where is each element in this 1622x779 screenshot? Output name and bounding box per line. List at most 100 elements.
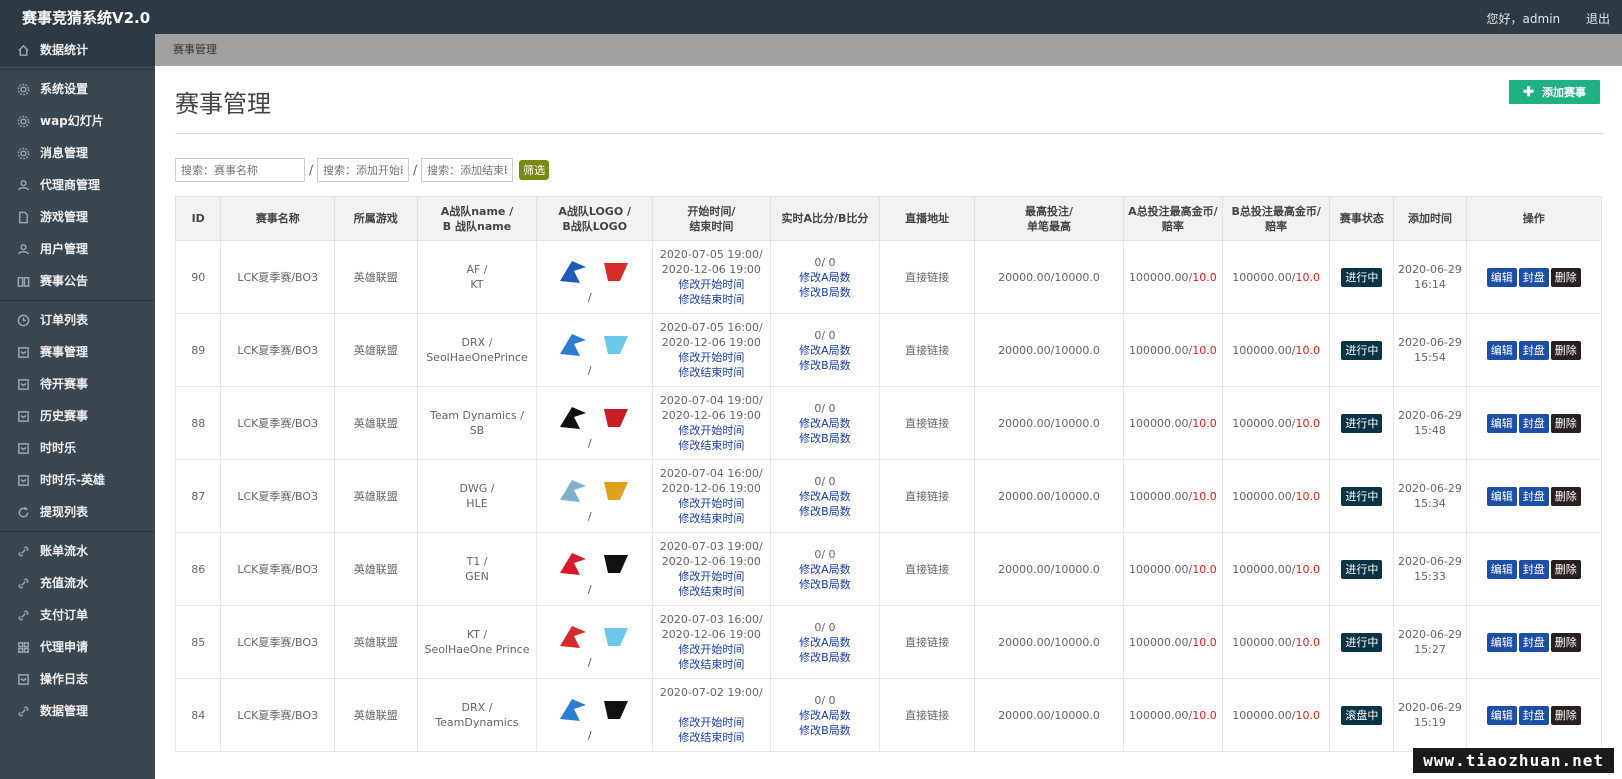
seal-button[interactable]: 封盘: [1518, 413, 1549, 433]
edit-button[interactable]: 编辑: [1486, 267, 1517, 287]
delete-button[interactable]: 删除: [1550, 340, 1581, 360]
edit-start-time-link[interactable]: 修改开始时间: [653, 496, 770, 511]
stream-link[interactable]: 直接链接: [905, 271, 949, 284]
cell-match-name: LCK夏季赛/BO3: [220, 605, 335, 679]
stream-link[interactable]: 直接链接: [905, 344, 949, 357]
sidebar-item-16[interactable]: 账单流水: [0, 535, 155, 567]
stream-link[interactable]: 直接链接: [905, 636, 949, 649]
seal-button[interactable]: 封盘: [1518, 340, 1549, 360]
search-end-input[interactable]: [421, 158, 514, 182]
edit-end-time-link[interactable]: 修改结束时间: [653, 657, 770, 672]
edit-start-time-link[interactable]: 修改开始时间: [653, 423, 770, 438]
cell-teams: KT / SeolHaeOne Prince: [416, 605, 538, 679]
edit-start-time-link[interactable]: 修改开始时间: [653, 277, 770, 292]
sidebar-item-14[interactable]: 时时乐-英雄: [0, 464, 155, 496]
edit-end-time-link[interactable]: 修改结束时间: [653, 584, 770, 599]
edit-button[interactable]: 编辑: [1486, 632, 1517, 652]
edit-a-score-link[interactable]: 修改A局数: [771, 708, 879, 723]
edit-end-time-link[interactable]: 修改结束时间: [653, 511, 770, 526]
sidebar-item-11[interactable]: 待开赛事: [0, 368, 155, 400]
sidebar-item-17[interactable]: 充值流水: [0, 567, 155, 599]
cell-a-total: 100000.00/10.0: [1122, 386, 1223, 460]
edit-b-score-link[interactable]: 修改B局数: [771, 577, 879, 592]
end-time: 2020-12-06 19:00: [661, 555, 761, 568]
delete-button[interactable]: 删除: [1550, 413, 1581, 433]
sidebar-item-21[interactable]: 数据管理: [0, 695, 155, 727]
edit-a-score-link[interactable]: 修改A局数: [771, 270, 879, 285]
sidebar-item-4[interactable]: 消息管理: [0, 137, 155, 169]
edit-end-time-link[interactable]: 修改结束时间: [653, 438, 770, 453]
sidebar-item-15[interactable]: 提现列表: [0, 496, 155, 528]
edit-start-time-link[interactable]: 修改开始时间: [653, 350, 770, 365]
seal-button[interactable]: 封盘: [1518, 705, 1549, 725]
cell-teams: T1 / GEN: [416, 532, 538, 606]
edit-end-time-link[interactable]: 修改结束时间: [653, 292, 770, 307]
cell-match-name: LCK夏季赛/BO3: [220, 240, 335, 314]
seal-button[interactable]: 封盘: [1518, 486, 1549, 506]
sidebar-item-5[interactable]: 代理商管理: [0, 169, 155, 201]
add-match-button[interactable]: ✚ 添加赛事: [1509, 80, 1600, 104]
logout-link[interactable]: 退出: [1586, 12, 1610, 26]
delete-button[interactable]: 删除: [1550, 267, 1581, 287]
sidebar-item-3[interactable]: wap幻灯片: [0, 105, 155, 137]
edit-a-score-link[interactable]: 修改A局数: [771, 489, 879, 504]
sidebar-item-2[interactable]: 系统设置: [0, 73, 155, 105]
cell-match-name: LCK夏季赛/BO3: [220, 386, 335, 460]
edit-button[interactable]: 编辑: [1486, 486, 1517, 506]
delete-button[interactable]: 删除: [1550, 705, 1581, 725]
edit-b-score-link[interactable]: 修改B局数: [771, 504, 879, 519]
edit-a-score-link[interactable]: 修改A局数: [771, 635, 879, 650]
stream-link[interactable]: 直接链接: [905, 490, 949, 503]
edit-start-time-link[interactable]: 修改开始时间: [653, 715, 770, 730]
filter-button[interactable]: 筛选: [519, 160, 550, 180]
stream-link[interactable]: 直接链接: [905, 417, 949, 430]
sidebar-item-9[interactable]: 订单列表: [0, 304, 155, 336]
cell-status: 进行中: [1329, 313, 1395, 387]
delete-button[interactable]: 删除: [1550, 486, 1581, 506]
status-badge: 滚盘中: [1341, 705, 1383, 725]
sidebar-item-1[interactable]: 数据统计: [0, 34, 155, 66]
edit-button[interactable]: 编辑: [1486, 340, 1517, 360]
edit-end-time-link[interactable]: 修改结束时间: [653, 365, 770, 380]
edit-a-score-link[interactable]: 修改A局数: [771, 562, 879, 577]
delete-button[interactable]: 删除: [1550, 632, 1581, 652]
edit-b-score-link[interactable]: 修改B局数: [771, 285, 879, 300]
sidebar-item-8[interactable]: 赛事公告: [0, 265, 155, 297]
edit-button[interactable]: 编辑: [1486, 413, 1517, 433]
team-a-logo-icon: [556, 403, 590, 433]
edit-button[interactable]: 编辑: [1486, 559, 1517, 579]
sidebar-item-20[interactable]: 操作日志: [0, 663, 155, 695]
delete-button[interactable]: 删除: [1550, 559, 1581, 579]
sidebar-item-7[interactable]: 用户管理: [0, 233, 155, 265]
edit-button[interactable]: 编辑: [1486, 705, 1517, 725]
stream-link[interactable]: 直接链接: [905, 709, 949, 722]
sidebar-item-13[interactable]: 时时乐: [0, 432, 155, 464]
sidebar-item-18[interactable]: 支付订单: [0, 599, 155, 631]
edit-b-score-link[interactable]: 修改B局数: [771, 358, 879, 373]
seal-button[interactable]: 封盘: [1518, 267, 1549, 287]
team-a-name: DRX /: [461, 701, 493, 714]
cell-score: 0/ 0 修改A局数 修改B局数: [769, 532, 881, 606]
edit-end-time-link[interactable]: 修改结束时间: [653, 730, 770, 745]
sidebar-item-12[interactable]: 历史赛事: [0, 400, 155, 432]
sidebar-item-6[interactable]: 游戏管理: [0, 201, 155, 233]
column-header: 直播地址: [879, 196, 976, 241]
edit-b-score-link[interactable]: 修改B局数: [771, 650, 879, 665]
edit-a-score-link[interactable]: 修改A局数: [771, 416, 879, 431]
seal-button[interactable]: 封盘: [1518, 559, 1549, 579]
edit-b-score-link[interactable]: 修改B局数: [771, 723, 879, 738]
match-table: ID 赛事名称 所属游戏 A战队name / B 战队name A战队LOGO / B战…: [174, 196, 1603, 752]
sidebar-item-19[interactable]: 代理申请: [0, 631, 155, 663]
edit-a-score-link[interactable]: 修改A局数: [771, 343, 879, 358]
team-a-logo-icon: [556, 549, 590, 579]
sidebar-item-label: 支付订单: [40, 608, 89, 622]
search-name-input[interactable]: [175, 158, 305, 182]
edit-b-score-link[interactable]: 修改B局数: [771, 431, 879, 446]
sidebar-item-10[interactable]: 赛事管理: [0, 336, 155, 368]
seal-button[interactable]: 封盘: [1518, 632, 1549, 652]
sidebar-item-label: 用户管理: [40, 242, 89, 256]
edit-start-time-link[interactable]: 修改开始时间: [653, 569, 770, 584]
edit-start-time-link[interactable]: 修改开始时间: [653, 642, 770, 657]
search-start-input[interactable]: [317, 158, 410, 182]
stream-link[interactable]: 直接链接: [905, 563, 949, 576]
